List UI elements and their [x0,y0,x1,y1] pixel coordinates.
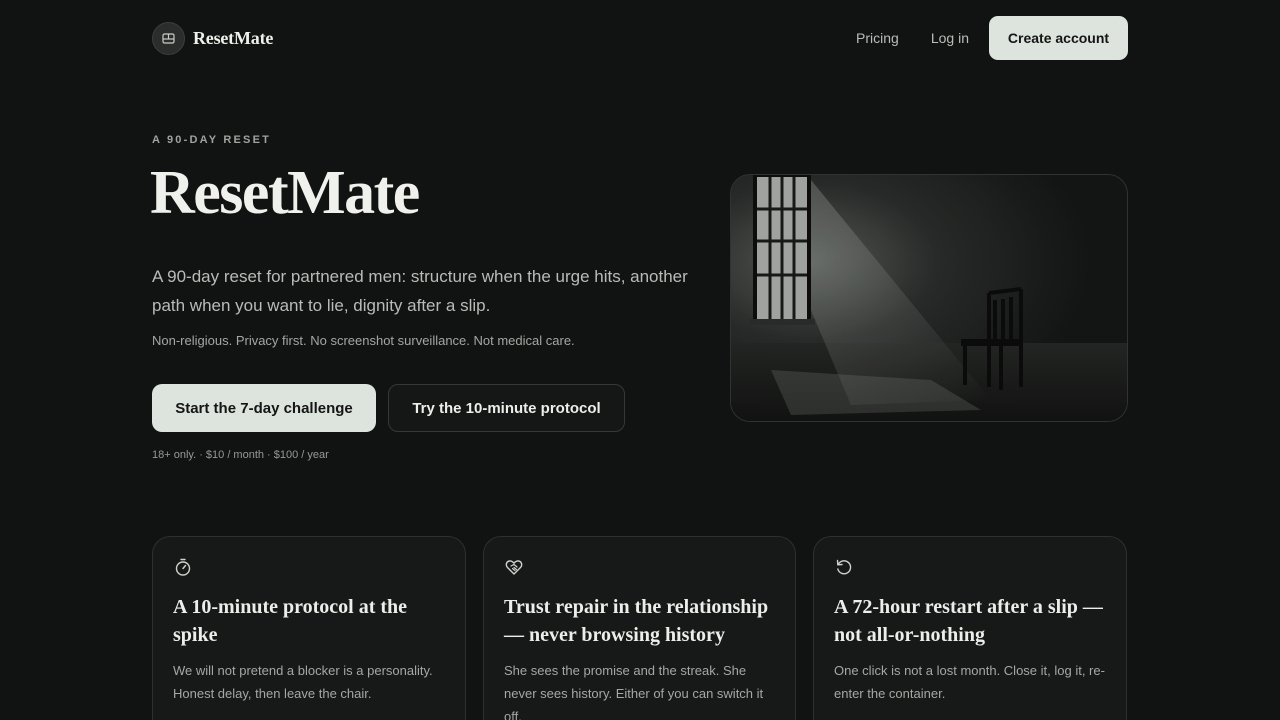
nav-links: Pricing Log in Create account [856,16,1128,60]
feature-card-body: We will not pretend a blocker is a perso… [173,663,433,701]
start-challenge-button[interactable]: Start the 7-day challenge [152,384,376,432]
create-account-button[interactable]: Create account [989,16,1128,60]
timer-icon [175,558,191,576]
feature-card-restart: A 72-hour restart after a slip — not all… [813,536,1127,720]
brand-name: ResetMate [193,27,274,48]
hero-title: ResetMate [150,159,420,227]
pricing-note: 18+ only. · $10 / month · $100 / year [152,449,329,461]
hero-note: Non-religious. Privacy first. No screens… [152,333,575,348]
feature-card-title: A 10-minute protocol at the spike [173,596,408,646]
feature-card-title: A 72-hour restart after a slip — not all… [834,596,1103,646]
hero-eyebrow: A 90-DAY RESET [152,134,272,146]
brand[interactable]: ResetMate [152,21,274,55]
hero-image [730,174,1128,422]
landing-page: ResetMate Pricing Log in Create account … [0,0,1280,720]
feature-card-trust: Trust repair in the relationship — never… [483,536,796,720]
feature-card-body: She sees the promise and the streak. She… [504,663,764,720]
heart-handshake-icon [505,560,523,575]
feature-cards: A 10-minute protocol at the spike We wil… [152,536,1127,720]
brand-logo-icon [152,21,185,55]
try-protocol-button[interactable]: Try the 10-minute protocol [388,384,625,432]
feature-card-body: One click is not a lost month. Close it,… [834,663,1105,701]
cta-row: Start the 7-day challenge Try the 10-min… [152,384,625,432]
nav-link-login[interactable]: Log in [931,30,969,46]
hero-subtitle: A 90-day reset for partnered men: struct… [152,267,688,315]
feature-card-protocol: A 10-minute protocol at the spike We wil… [152,536,466,720]
top-nav: ResetMate Pricing Log in Create account [152,16,1128,60]
nav-link-pricing[interactable]: Pricing [856,30,899,46]
restart-icon [836,559,852,575]
feature-card-title: Trust repair in the relationship — never… [504,596,769,646]
